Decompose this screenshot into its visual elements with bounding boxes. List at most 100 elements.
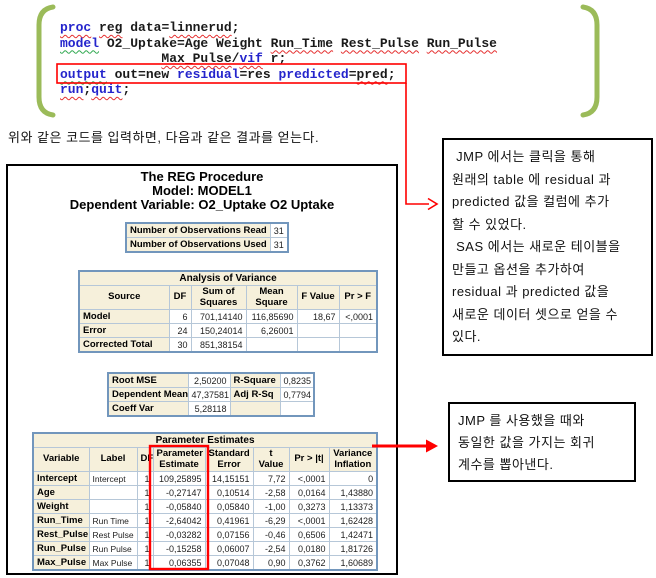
table-row: Run_Time Run Time 1 -2,64042 0,41961 -6,… [32,513,378,528]
connector-line-output [405,83,429,205]
table-row: Coeff Var 5,28118 [107,401,315,417]
parameter-estimates-table: Parameter Estimates Variable Label DF Pa… [32,432,379,571]
cell: 1 [136,485,154,500]
col-header: DF [168,285,192,310]
annotation-line: 원래의 table 에 residual 과 [452,171,611,187]
row-label: Error [78,323,170,338]
cell [296,337,340,353]
code-token: vif [239,51,263,66]
annotation-line: residual 과 predicted 값을 [452,284,610,299]
cell: 1,43880 [328,485,378,500]
table-row: Model 6 701,14140 116,85690 18,67 <,0001 [78,309,378,324]
code-token: run [60,82,84,97]
output-titles: The REG Procedure Model: MODEL1 Dependen… [6,170,398,212]
table-row: Rest_Pulse Rest Pulse 1 -0,03282 0,07156… [32,527,378,542]
annotation-line: 만들고 옵션을 추가하여 [452,261,585,277]
table-row: Number of Observations Used 31 [125,237,289,253]
cell: 116,85690 [245,309,298,324]
row-label: Adj R-Sq [229,387,281,402]
code-token: predicted [278,66,349,82]
table-row: Root MSE 2,50200 R-Square 0,8235 [107,372,315,388]
table-row: Weight 1 -0,05840 0,05840 -1,00 0,3273 1… [32,499,378,514]
cell: <,0001 [338,309,378,324]
row-label: Weight [32,499,90,514]
annotation-line: JMP 에서는 클릭을 통해 [452,149,596,164]
table-row: Max_Pulse Max Pulse 1 0,06355 0,07048 0,… [32,555,378,571]
row-label: Rest_Pulse [32,527,90,542]
annotation-line: 동일한 값을 가지는 회귀 [458,435,595,450]
obs-used-label: Number of Observations Used [125,237,271,253]
code-token: r; [262,51,287,66]
cell: 7,72 [252,471,290,486]
table-title-row: Analysis of Variance [78,270,378,286]
col-header: Variance Inflation [328,447,378,472]
table-header-row: Source DF Sum of Squares Mean Square F V… [78,285,378,310]
cell: -0,05840 [152,499,206,514]
annotation-line: predicted 값을 컬럼에 추가 [452,194,610,209]
table-row: Error 24 150,24014 6,26001 [78,323,378,338]
row-label [229,401,281,417]
arrow-right-icon [427,197,439,211]
cell: 14,15151 [204,471,254,486]
row-label: Intercept [32,471,90,486]
cell: Run Time [88,513,138,528]
col-header: Source [78,285,170,310]
col-header: Mean Square [245,285,298,310]
cell: 1 [136,513,154,528]
cell [88,499,138,514]
intro-text: 위와 같은 코드를 입력하면, 다음과 같은 결과를 얻는다. [8,130,320,145]
cell: 1 [136,527,154,542]
code-token: = [348,66,357,82]
row-label: Max_Pulse [32,555,90,571]
code-token: ; [387,66,396,82]
code-token: Rest_Pulse [340,35,419,51]
code-line-2: model O2_Uptake=Age Weight Run_Time Rest… [60,36,497,52]
code-token: quit [91,82,123,97]
cell: 1,13373 [328,499,378,514]
cell: <,0001 [288,471,330,486]
code-line-5: run;quit; [60,82,497,98]
anova-title: Analysis of Variance [78,270,378,286]
cell: 0,05840 [204,499,254,514]
anova-table: Analysis of Variance Source DF Sum of Sq… [78,270,378,353]
cell: 0,3762 [288,555,330,571]
cell [279,401,315,417]
cell: 0,06355 [152,555,206,571]
row-label: R-Square [229,372,281,388]
cell: 0,6506 [288,527,330,542]
cell: -0,03282 [152,527,206,542]
cell: -0,27147 [152,485,206,500]
cell: 2,50200 [187,372,231,388]
cell: -6,29 [252,513,290,528]
table-title-row: Parameter Estimates [32,432,378,448]
row-label: Model [78,309,170,324]
code-token: residual [177,66,240,82]
code-line-3: Max_Pulse/vif r; [60,51,497,67]
code-line-4-output-statement: output out=new residual=res predicted=pr… [60,67,497,83]
model-title: Model: MODEL1 [152,183,252,198]
row-label: Run_Time [32,513,90,528]
cell: 24 [168,323,192,338]
annotation-line: 있다. [452,329,482,344]
cell: 701,14140 [190,309,247,324]
annotation-line: SAS 에서는 새로운 테이블을 [452,239,621,254]
table-row: Number of Observations Read 31 [125,222,289,238]
cell: 0,0164 [288,485,330,500]
table-row: Age 1 -0,27147 0,10514 -2,58 0,0164 1,43… [32,485,378,500]
dependent-variable-title: Dependent Variable: O2_Uptake O2 Uptake [69,197,335,212]
cell: 0,0180 [288,541,330,556]
cell: 30 [168,337,192,353]
col-header: Pr > F [338,285,378,310]
cell: 0,3273 [288,499,330,514]
annotation-line: 계수를 뽑아낸다. [458,457,554,472]
row-label: Root MSE [107,372,189,388]
table-row: Dependent Mean 47,37581 Adj R-Sq 0,7794 [107,387,315,402]
cell: Max Pulse [88,555,138,571]
cell: 1 [136,541,154,556]
cell [296,323,340,338]
row-label: Age [32,485,90,500]
